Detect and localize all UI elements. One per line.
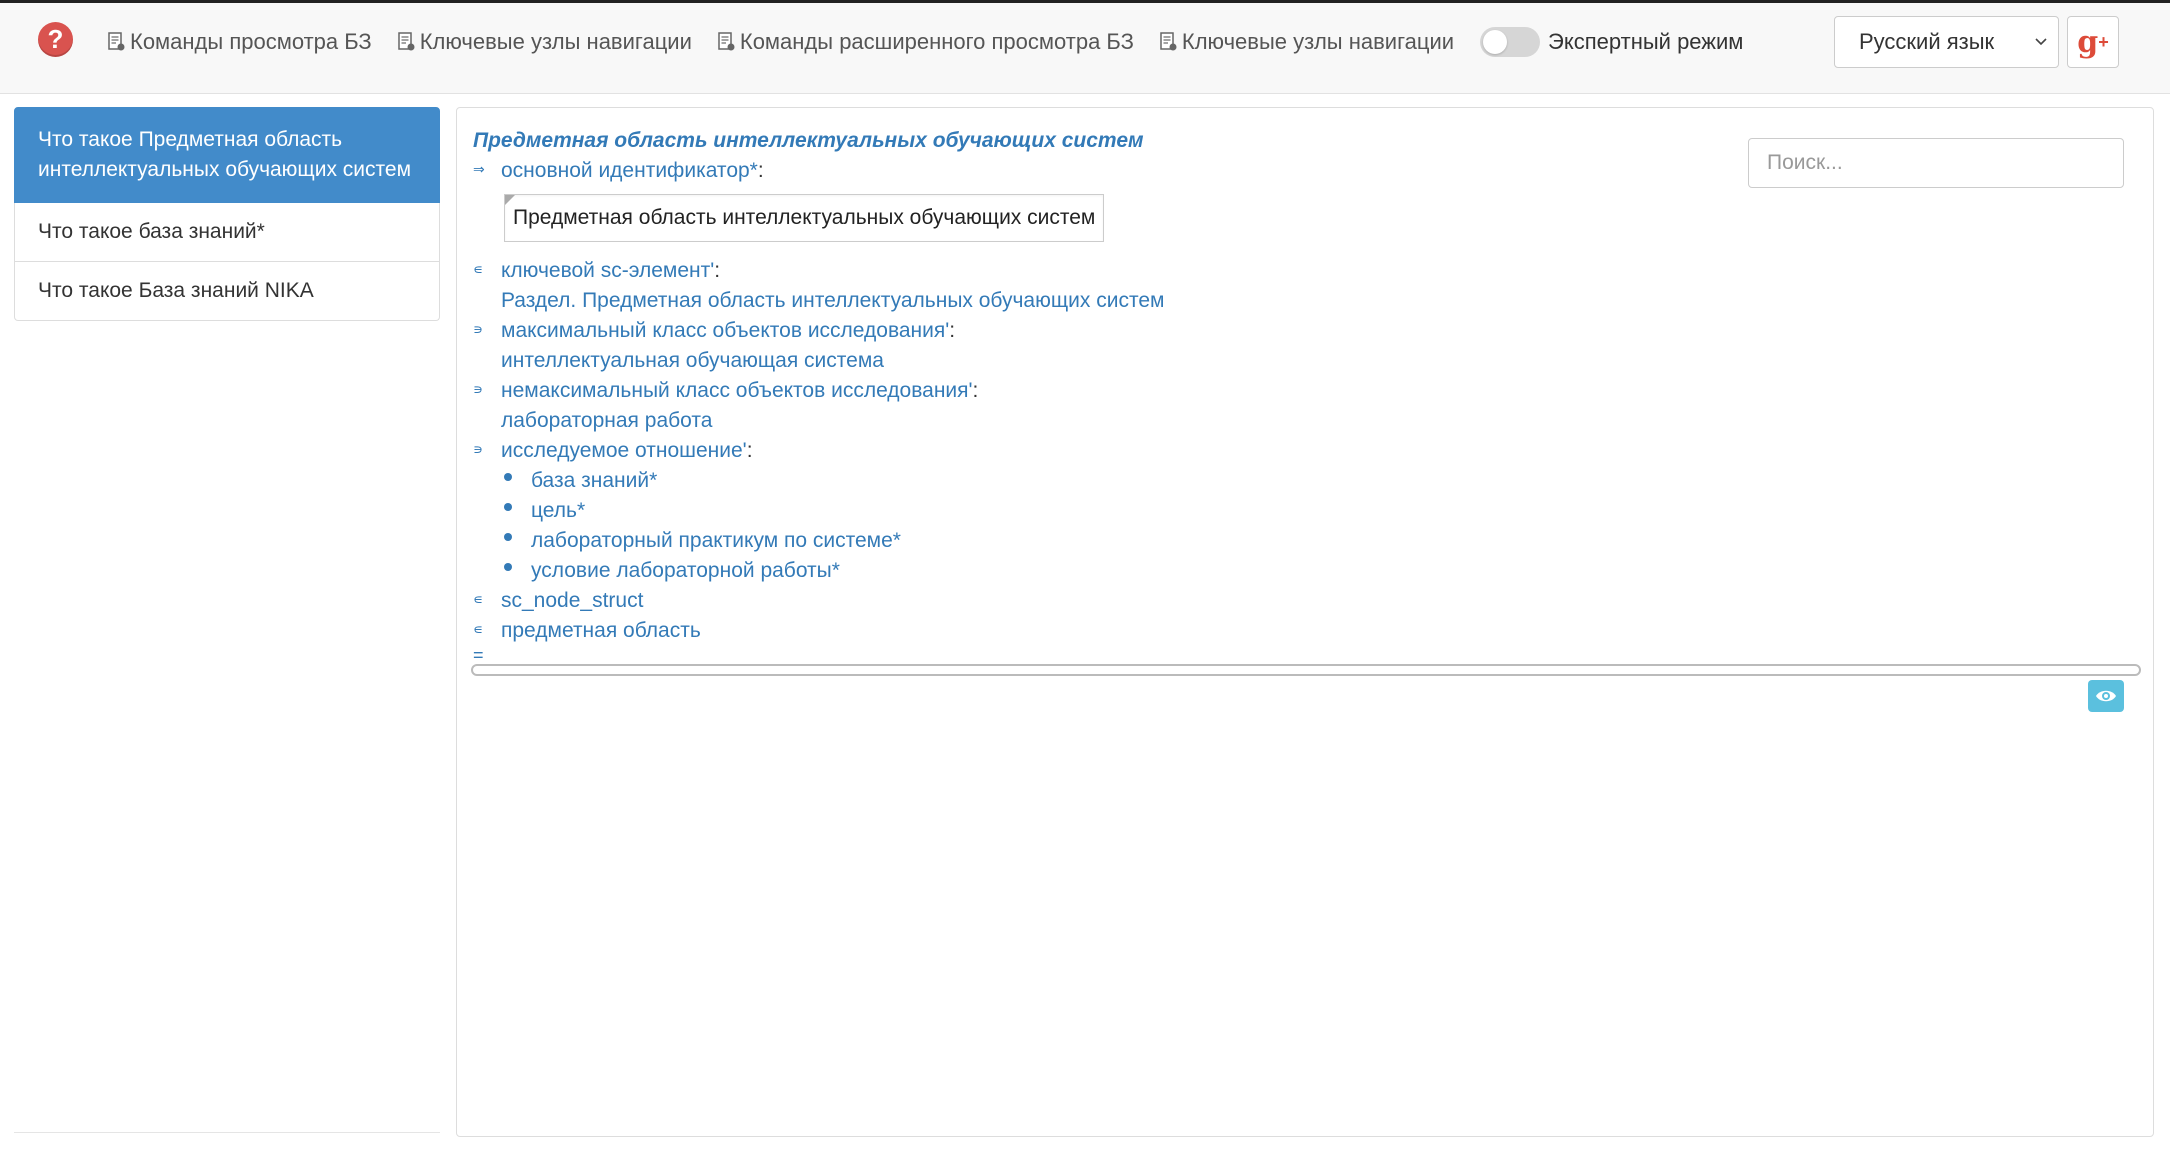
- language-select-value: Русский язык: [1859, 29, 1995, 54]
- box-corner: [505, 195, 515, 205]
- key-element-value-link[interactable]: Раздел. Предметная область интеллектуаль…: [473, 286, 1723, 316]
- bullet-icon: [504, 503, 512, 511]
- colon: :: [949, 319, 956, 342]
- sidebar-item-label: Что такое база знаний*: [38, 220, 265, 243]
- google-plus-icon: g: [2077, 24, 2099, 60]
- sidebar-item-label: Что такое База знаний NIKA: [38, 279, 314, 302]
- list-item: условие лабораторной работы*: [501, 556, 1723, 586]
- nav-link-label: Ключевые узлы навигации: [419, 29, 692, 54]
- relation-row: ∍ исследуемое отношение':: [473, 436, 1723, 466]
- nav-link-label: Ключевые узлы навигации: [1181, 29, 1455, 54]
- view-toggle-button[interactable]: [2088, 680, 2124, 712]
- list-item: лабораторный практикум по системе*: [501, 526, 1723, 556]
- nonmax-class-relation-link[interactable]: немаксимальный класс объектов исследован…: [501, 379, 973, 402]
- class-row: ∊ предметная область: [473, 616, 1723, 646]
- relation-row: ∍ немаксимальный класс объектов исследов…: [473, 376, 1723, 406]
- chevron-down-icon: [2035, 38, 2047, 46]
- search-input[interactable]: Поиск...: [1748, 138, 2124, 188]
- identifier-value-box[interactable]: Предметная область интеллектуальных обуч…: [504, 194, 1105, 242]
- sidebar-item-knowledge-base[interactable]: Что такое база знаний*: [14, 203, 440, 262]
- bullet-icon: [504, 533, 512, 541]
- sidebar: Что такое Предметная область интеллектуа…: [14, 107, 440, 321]
- toggle-knob: [1483, 30, 1508, 54]
- eye-icon: [2096, 690, 2116, 702]
- studied-item-link[interactable]: база знаний*: [531, 466, 657, 496]
- language-select[interactable]: Русский язык: [1834, 16, 2059, 68]
- document-icon: [397, 31, 415, 50]
- max-class-relation-link[interactable]: максимальный класс объектов исследования…: [501, 319, 949, 342]
- studied-relation-link[interactable]: исследуемое отношение': [501, 439, 747, 462]
- colon: :: [746, 439, 753, 462]
- identifier-value: Предметная область интеллектуальных обуч…: [513, 206, 1096, 229]
- sc-text-view: Предметная область интеллектуальных обуч…: [473, 126, 1723, 668]
- expert-mode: Экспертный режим: [1480, 27, 1743, 57]
- main-panel: Поиск... Предметная область интеллектуал…: [456, 107, 2154, 1137]
- class-link-sc-node-struct[interactable]: sc_node_struct: [501, 586, 643, 616]
- document-icon: [718, 31, 735, 50]
- relation-row: ∊ ключевой sc-элемент':: [473, 256, 1723, 286]
- relation-row: ∍ максимальный класс объектов исследован…: [473, 316, 1723, 346]
- sidebar-divider: [14, 1132, 440, 1133]
- sidebar-item-nika[interactable]: Что такое База знаний NIKA: [14, 262, 440, 321]
- colon: :: [757, 159, 764, 182]
- studied-item-link[interactable]: лабораторный практикум по системе*: [531, 526, 901, 556]
- class-link-subject-domain[interactable]: предметная область: [501, 616, 701, 646]
- key-element-relation-link[interactable]: ключевой sc-элемент': [501, 259, 714, 282]
- contains-marker: ∍: [473, 381, 484, 397]
- sidebar-item-label: Что такое Предметная область интеллектуа…: [38, 128, 412, 181]
- identifier-relation-link[interactable]: основной идентификатор*: [501, 159, 758, 182]
- colon: :: [972, 379, 979, 402]
- top-navbar: ? Команды просмотра БЗ Ключевые узлы нав…: [0, 0, 2170, 94]
- nonmax-class-value-link[interactable]: лабораторная работа: [473, 406, 1723, 436]
- nav-links: Команды просмотра БЗ Ключевые узлы навиг…: [108, 27, 1743, 57]
- nav-link-kb-extended-view-commands[interactable]: Команды расширенного просмотра БЗ: [718, 29, 1134, 55]
- member-marker: ∊: [473, 261, 484, 277]
- member-marker: ∊: [473, 591, 484, 607]
- relation-row: ⇒ основной идентификатор*:: [473, 156, 1723, 186]
- nav-link-label: Команды расширенного просмотра БЗ: [739, 29, 1134, 54]
- empty-structure-bar: [471, 664, 2141, 676]
- expert-mode-label: Экспертный режим: [1548, 29, 1744, 54]
- max-class-value-link[interactable]: интеллектуальная обучающая система: [473, 346, 1723, 376]
- studied-relations-list: база знаний* цель* лабораторный практику…: [473, 466, 1723, 586]
- list-item: цель*: [501, 496, 1723, 526]
- list-item: база знаний*: [501, 466, 1723, 496]
- document-icon: [108, 31, 125, 50]
- studied-item-link[interactable]: цель*: [531, 496, 585, 526]
- sidebar-item-subject-domain[interactable]: Что такое Предметная область интеллектуа…: [14, 107, 440, 203]
- member-marker: ∊: [473, 621, 484, 637]
- class-row: ∊ sc_node_struct: [473, 586, 1723, 616]
- colon: :: [714, 259, 721, 282]
- nav-link-key-nodes[interactable]: Ключевые узлы навигации: [397, 29, 692, 55]
- google-plus-plus: +: [2098, 31, 2109, 52]
- page-title[interactable]: Предметная область интеллектуальных обуч…: [473, 126, 1723, 156]
- arrow-marker: ⇒: [473, 161, 485, 177]
- nav-link-key-nodes-2[interactable]: Ключевые узлы навигации: [1160, 29, 1454, 55]
- studied-item-link[interactable]: условие лабораторной работы*: [531, 556, 840, 586]
- nav-link-kb-view-commands[interactable]: Команды просмотра БЗ: [108, 29, 372, 55]
- help-icon[interactable]: ?: [38, 22, 73, 57]
- google-plus-button[interactable]: g +: [2067, 16, 2119, 68]
- document-icon: [1160, 31, 1177, 50]
- nav-link-label: Команды просмотра БЗ: [130, 29, 372, 54]
- contains-marker: ∍: [473, 441, 484, 457]
- contains-marker: ∍: [473, 321, 484, 337]
- bullet-icon: [504, 563, 512, 571]
- bullet-icon: [504, 473, 512, 481]
- expert-mode-toggle[interactable]: [1480, 27, 1541, 57]
